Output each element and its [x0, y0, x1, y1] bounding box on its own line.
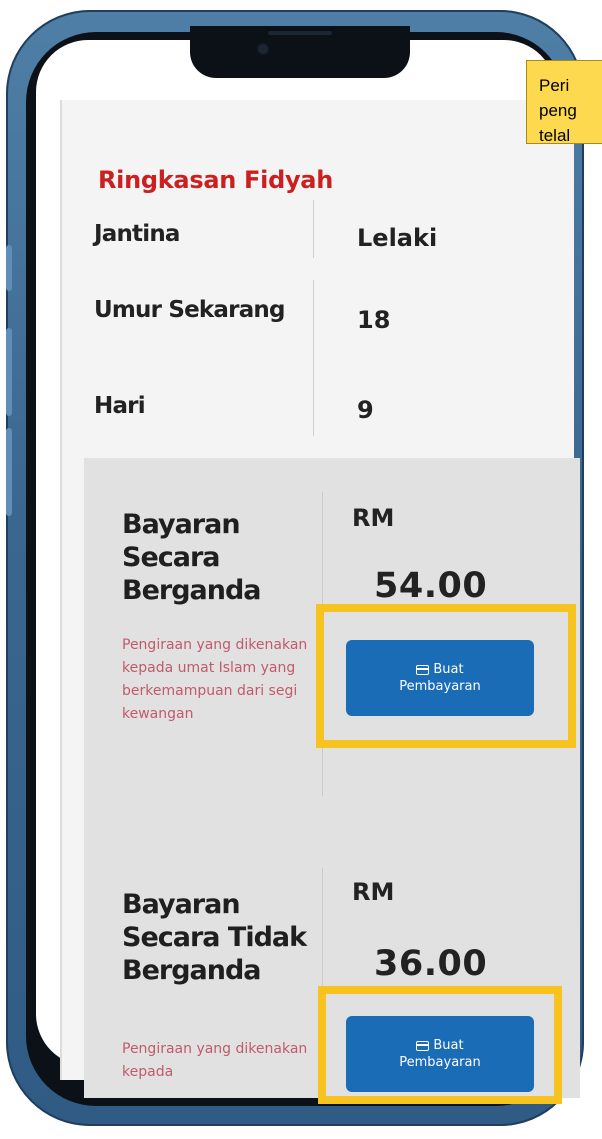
annotation-line: telal	[539, 126, 571, 144]
highlight-callout-box	[316, 604, 576, 748]
phone-notch	[190, 26, 410, 78]
phone-side-button	[6, 245, 12, 291]
speaker-grille	[268, 31, 332, 35]
amount-value: 54.00	[374, 566, 488, 606]
days-label: Hari	[94, 393, 146, 419]
currency-label: RM	[352, 504, 395, 532]
age-value: 18	[357, 306, 391, 334]
annotation-note: Peri peng telal	[526, 60, 602, 144]
row-divider	[313, 280, 314, 436]
option-title: Bayaran Secara Tidak Berganda	[122, 889, 307, 986]
age-label: Umur Sekarang	[94, 297, 285, 323]
gender-value: Lelaki	[357, 224, 438, 252]
gender-label: Jantina	[94, 221, 180, 247]
row-divider	[313, 200, 314, 258]
option-description: Pengiraan yang dikenakan kepada	[122, 1041, 308, 1080]
phone-volume-up-button	[6, 328, 12, 416]
camera-icon	[258, 44, 268, 54]
currency-label: RM	[352, 878, 395, 906]
highlight-callout-box	[318, 986, 562, 1104]
page-title: Ringkasan Fidyah	[98, 166, 333, 194]
days-value: 9	[357, 396, 374, 424]
annotation-line: Peri	[539, 76, 570, 95]
fidyah-summary-panel: Ringkasan Fidyah Jantina Lelaki Umur Sek…	[60, 100, 580, 1098]
option-title: Bayaran Secara Berganda	[122, 509, 262, 606]
annotation-line: peng	[539, 101, 577, 120]
phone-volume-down-button	[6, 428, 12, 516]
option-description: Pengiraan yang dikenakan kepada umat Isl…	[122, 637, 308, 722]
amount-value: 36.00	[374, 944, 488, 984]
